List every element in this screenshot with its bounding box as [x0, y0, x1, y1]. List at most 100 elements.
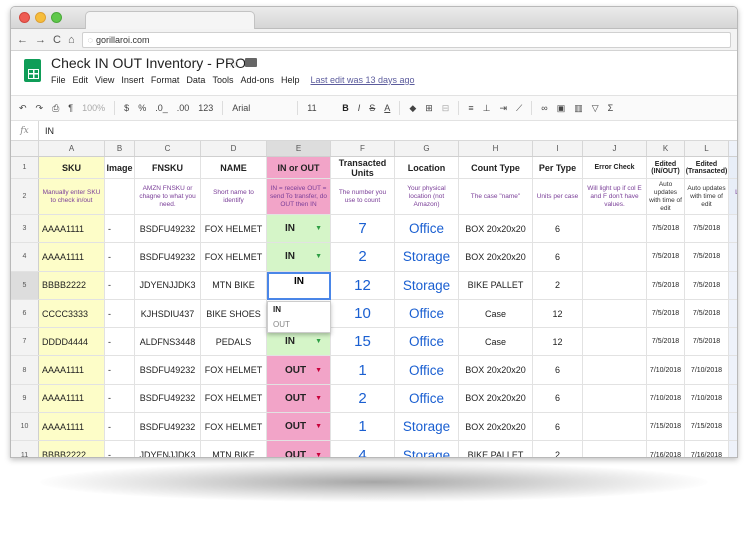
name-cell[interactable]: FOX HELMET: [201, 413, 267, 441]
image-cell[interactable]: -: [105, 215, 135, 243]
menu-insert[interactable]: Insert: [121, 75, 144, 85]
units-cell[interactable]: 15: [331, 328, 395, 356]
error-check-cell[interactable]: [583, 441, 647, 457]
star-icon[interactable]: ☆: [227, 55, 239, 71]
name-cell[interactable]: FOX HELMET: [201, 243, 267, 271]
header-cell-m[interactable]: L: [729, 157, 737, 178]
error-check-cell[interactable]: [583, 413, 647, 441]
subheader-cell-c[interactable]: AMZN FNSKU or chagne to what you need.: [135, 179, 201, 214]
count-type-cell[interactable]: Case: [459, 328, 533, 356]
row-header-5[interactable]: 5: [11, 271, 39, 299]
column-header-i[interactable]: I: [533, 141, 583, 156]
count-type-cell[interactable]: BIKE PALLET: [459, 441, 533, 457]
header-cell-b[interactable]: Image: [105, 157, 135, 178]
units-cell[interactable]: 12: [331, 271, 395, 299]
in-out-cell[interactable]: IN ▼: [267, 215, 331, 243]
edited-in-out-cell[interactable]: 7/15/2018: [647, 413, 685, 441]
subheader-cell-f[interactable]: The number you use to count: [331, 179, 395, 214]
edited-transacted-cell[interactable]: 7/10/2018: [685, 356, 729, 384]
edited-transacted-cell[interactable]: 7/5/2018: [685, 271, 729, 299]
column-header-l[interactable]: L: [685, 141, 729, 156]
row-header-11[interactable]: 11: [11, 441, 39, 457]
subheader-cell-l[interactable]: Auto updates with time of edit: [685, 179, 729, 214]
edge-cell[interactable]: [729, 271, 737, 299]
number-format-select[interactable]: 123: [198, 103, 213, 113]
row-header-10[interactable]: 10: [11, 413, 39, 441]
insert-link-icon[interactable]: ∞: [541, 103, 547, 113]
zoom-select[interactable]: 100%: [82, 103, 105, 113]
merge-cells-icon[interactable]: ⊟: [442, 103, 450, 114]
edge-cell[interactable]: [729, 328, 737, 356]
edited-in-out-cell[interactable]: 7/5/2018: [647, 328, 685, 356]
sku-cell[interactable]: BBBB2222: [39, 271, 105, 299]
sku-cell[interactable]: AAAA1111: [39, 413, 105, 441]
subheader-cell-e[interactable]: IN = receive OUT = send To transfer, do …: [267, 179, 331, 214]
image-cell[interactable]: -: [105, 328, 135, 356]
reload-icon[interactable]: C: [53, 34, 61, 46]
fnsku-cell[interactable]: JDYENJJDK3: [135, 441, 201, 457]
fnsku-cell[interactable]: JDYENJJDK3: [135, 271, 201, 299]
header-cell-h[interactable]: Count Type: [459, 157, 533, 178]
row-header-1[interactable]: 1: [11, 157, 39, 178]
fnsku-cell[interactable]: BSDFU49232: [135, 215, 201, 243]
font-size-select[interactable]: 11: [307, 103, 333, 113]
column-header-e[interactable]: E: [267, 141, 331, 156]
menu-tools[interactable]: Tools: [212, 75, 233, 85]
italic-button[interactable]: I: [358, 103, 361, 113]
edited-transacted-cell[interactable]: 7/5/2018: [685, 215, 729, 243]
back-arrow-icon[interactable]: ←: [17, 34, 28, 46]
header-cell-i[interactable]: Per Type: [533, 157, 583, 178]
sheets-logo-icon[interactable]: [24, 59, 41, 82]
filter-icon[interactable]: ▽: [592, 103, 599, 114]
count-type-cell[interactable]: BIKE PALLET: [459, 271, 533, 299]
strikethrough-button[interactable]: S: [369, 103, 375, 113]
image-cell[interactable]: -: [105, 299, 135, 328]
sku-cell[interactable]: AAAA1111: [39, 384, 105, 413]
error-check-cell[interactable]: [583, 384, 647, 413]
per-type-cell[interactable]: 12: [533, 328, 583, 356]
menu-addons[interactable]: Add-ons: [240, 75, 274, 85]
paint-format-icon[interactable]: ¶: [68, 103, 73, 113]
edited-transacted-cell[interactable]: 7/15/2018: [685, 413, 729, 441]
subheader-cell-b[interactable]: [105, 179, 135, 214]
fill-color-icon[interactable]: ◆: [409, 103, 416, 114]
units-cell[interactable]: 2: [331, 384, 395, 413]
header-cell-e[interactable]: IN or OUT: [267, 157, 331, 178]
decrease-decimals-button[interactable]: .0_: [155, 103, 168, 113]
count-type-cell[interactable]: BOX 20x20x20: [459, 413, 533, 441]
subheader-cell-a[interactable]: Manually enter SKU to check in/out: [39, 179, 105, 214]
redo-icon[interactable]: ↷: [36, 103, 44, 114]
fnsku-cell[interactable]: ALDFNS3448: [135, 328, 201, 356]
count-type-cell[interactable]: Case: [459, 299, 533, 328]
location-cell[interactable]: Office: [395, 215, 459, 243]
dropdown-arrow-icon[interactable]: ▼: [315, 452, 322, 457]
count-type-cell[interactable]: BOX 20x20x20: [459, 243, 533, 271]
location-cell[interactable]: Storage: [395, 441, 459, 457]
per-type-cell[interactable]: 6: [533, 215, 583, 243]
functions-button[interactable]: Σ: [608, 103, 614, 113]
header-cell-f[interactable]: Transacted Units: [331, 157, 395, 178]
units-cell[interactable]: 1: [331, 356, 395, 384]
error-check-cell[interactable]: [583, 215, 647, 243]
edited-in-out-cell[interactable]: 7/5/2018: [647, 215, 685, 243]
column-header-m[interactable]: [729, 141, 737, 156]
menu-format[interactable]: Format: [151, 75, 180, 85]
error-check-cell[interactable]: [583, 356, 647, 384]
borders-icon[interactable]: ⊞: [425, 103, 433, 114]
error-check-cell[interactable]: [583, 299, 647, 328]
increase-decimals-button[interactable]: .00: [177, 103, 190, 113]
name-cell[interactable]: BIKE SHOES: [201, 299, 267, 328]
close-window-button[interactable]: [19, 12, 30, 23]
subheader-cell-m[interactable]: Load you inve: [729, 179, 737, 214]
column-header-g[interactable]: G: [395, 141, 459, 156]
location-cell[interactable]: Storage: [395, 271, 459, 299]
edge-cell[interactable]: [729, 299, 737, 328]
per-type-cell[interactable]: 6: [533, 384, 583, 413]
edge-cell[interactable]: [729, 215, 737, 243]
fnsku-cell[interactable]: BSDFU49232: [135, 356, 201, 384]
location-cell[interactable]: Storage: [395, 413, 459, 441]
url-field[interactable]: ◌ gorillaroi.com: [81, 31, 731, 48]
column-header-h[interactable]: H: [459, 141, 533, 156]
forward-arrow-icon[interactable]: →: [35, 34, 46, 46]
column-header-d[interactable]: D: [201, 141, 267, 156]
